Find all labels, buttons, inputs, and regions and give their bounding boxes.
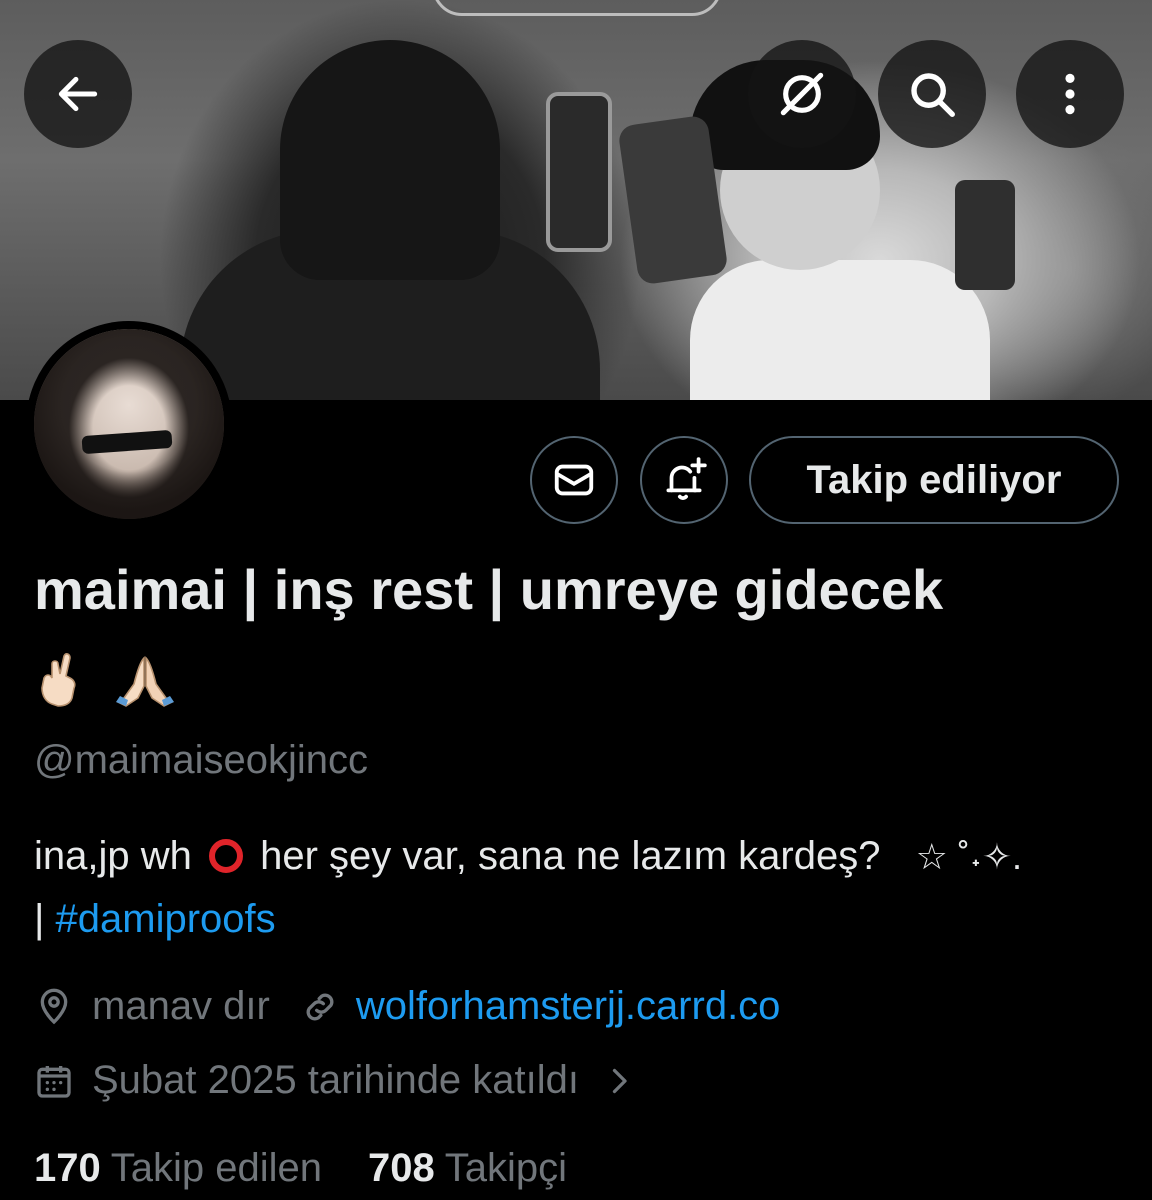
banner-figure-shape [690, 260, 990, 400]
bio-text: ina,jp wh [34, 834, 192, 878]
display-name: maimai | inş rest | umreye gidecek [34, 558, 944, 621]
red-circle-emoji-icon [209, 839, 243, 873]
bio-line-2: | #damiproofs [34, 888, 1124, 950]
crossed-fingers-emoji-icon [41, 653, 76, 707]
notify-button[interactable] [640, 436, 728, 524]
follow-stats: 170 Takip edilen 708 Takipçi [34, 1146, 567, 1191]
avatar[interactable] [26, 321, 232, 527]
bio-text: her şey var, sana ne lazım kardeş? [260, 834, 881, 878]
grok-button[interactable] [748, 40, 856, 148]
more-button[interactable] [1016, 40, 1124, 148]
calendar-icon [37, 1065, 71, 1098]
arrow-left-icon [58, 76, 98, 112]
profile-screen: Takip ediliyor maimai | inş rest | umrey… [0, 0, 1152, 1200]
followers-label: Takipçi [444, 1146, 568, 1190]
grok-icon [780, 72, 824, 116]
avatar-image [34, 329, 224, 519]
bell-plus-icon [666, 457, 707, 500]
followers-count: 708 [368, 1146, 435, 1190]
profile-meta-row: manav dır wolforhamsterjj.carrd.co [34, 984, 780, 1029]
bio-hashtag-link[interactable]: #damiproofs [56, 897, 276, 941]
bio-sparkles: ☆ ˚˖✧. [915, 836, 1022, 877]
folded-hands-emoji-icon [116, 656, 174, 707]
bio-line-1: ina,jp wh her şey var, sana ne lazım kar… [34, 825, 1124, 888]
banner-phone-shape [546, 92, 612, 252]
banner-phone-shape [955, 180, 1015, 290]
joined-date-text: Şubat 2025 tarihinde katıldı [92, 1058, 580, 1102]
location-text: manav dır [92, 984, 270, 1028]
location-pin-icon [40, 988, 68, 1024]
more-vertical-icon [1065, 73, 1075, 115]
avatar-shade [34, 329, 224, 519]
following-button[interactable]: Takip ediliyor [749, 436, 1119, 524]
followers-stat[interactable]: 708 Takipçi [368, 1146, 567, 1191]
link-icon [306, 993, 334, 1020]
search-icon [911, 73, 955, 117]
following-count: 170 [34, 1146, 101, 1190]
mail-icon [554, 464, 594, 496]
search-button[interactable] [878, 40, 986, 148]
profile-bio: ina,jp wh her şey var, sana ne lazım kar… [34, 825, 1124, 950]
bio-separator: | [34, 897, 56, 941]
joined-row[interactable]: Şubat 2025 tarihinde katıldı [34, 1058, 637, 1103]
following-label: Takip edilen [110, 1146, 322, 1190]
name-emojis [36, 652, 176, 708]
following-stat[interactable]: 170 Takip edilen [34, 1146, 322, 1191]
website-link[interactable]: wolforhamsterjj.carrd.co [356, 984, 781, 1029]
username-handle: @maimaiseokjincc [34, 738, 369, 782]
back-button[interactable] [24, 40, 132, 148]
banner-figure-shape [280, 40, 500, 280]
message-button[interactable] [530, 436, 618, 524]
chevron-right-icon [612, 1068, 627, 1093]
device-notch [432, 0, 722, 16]
